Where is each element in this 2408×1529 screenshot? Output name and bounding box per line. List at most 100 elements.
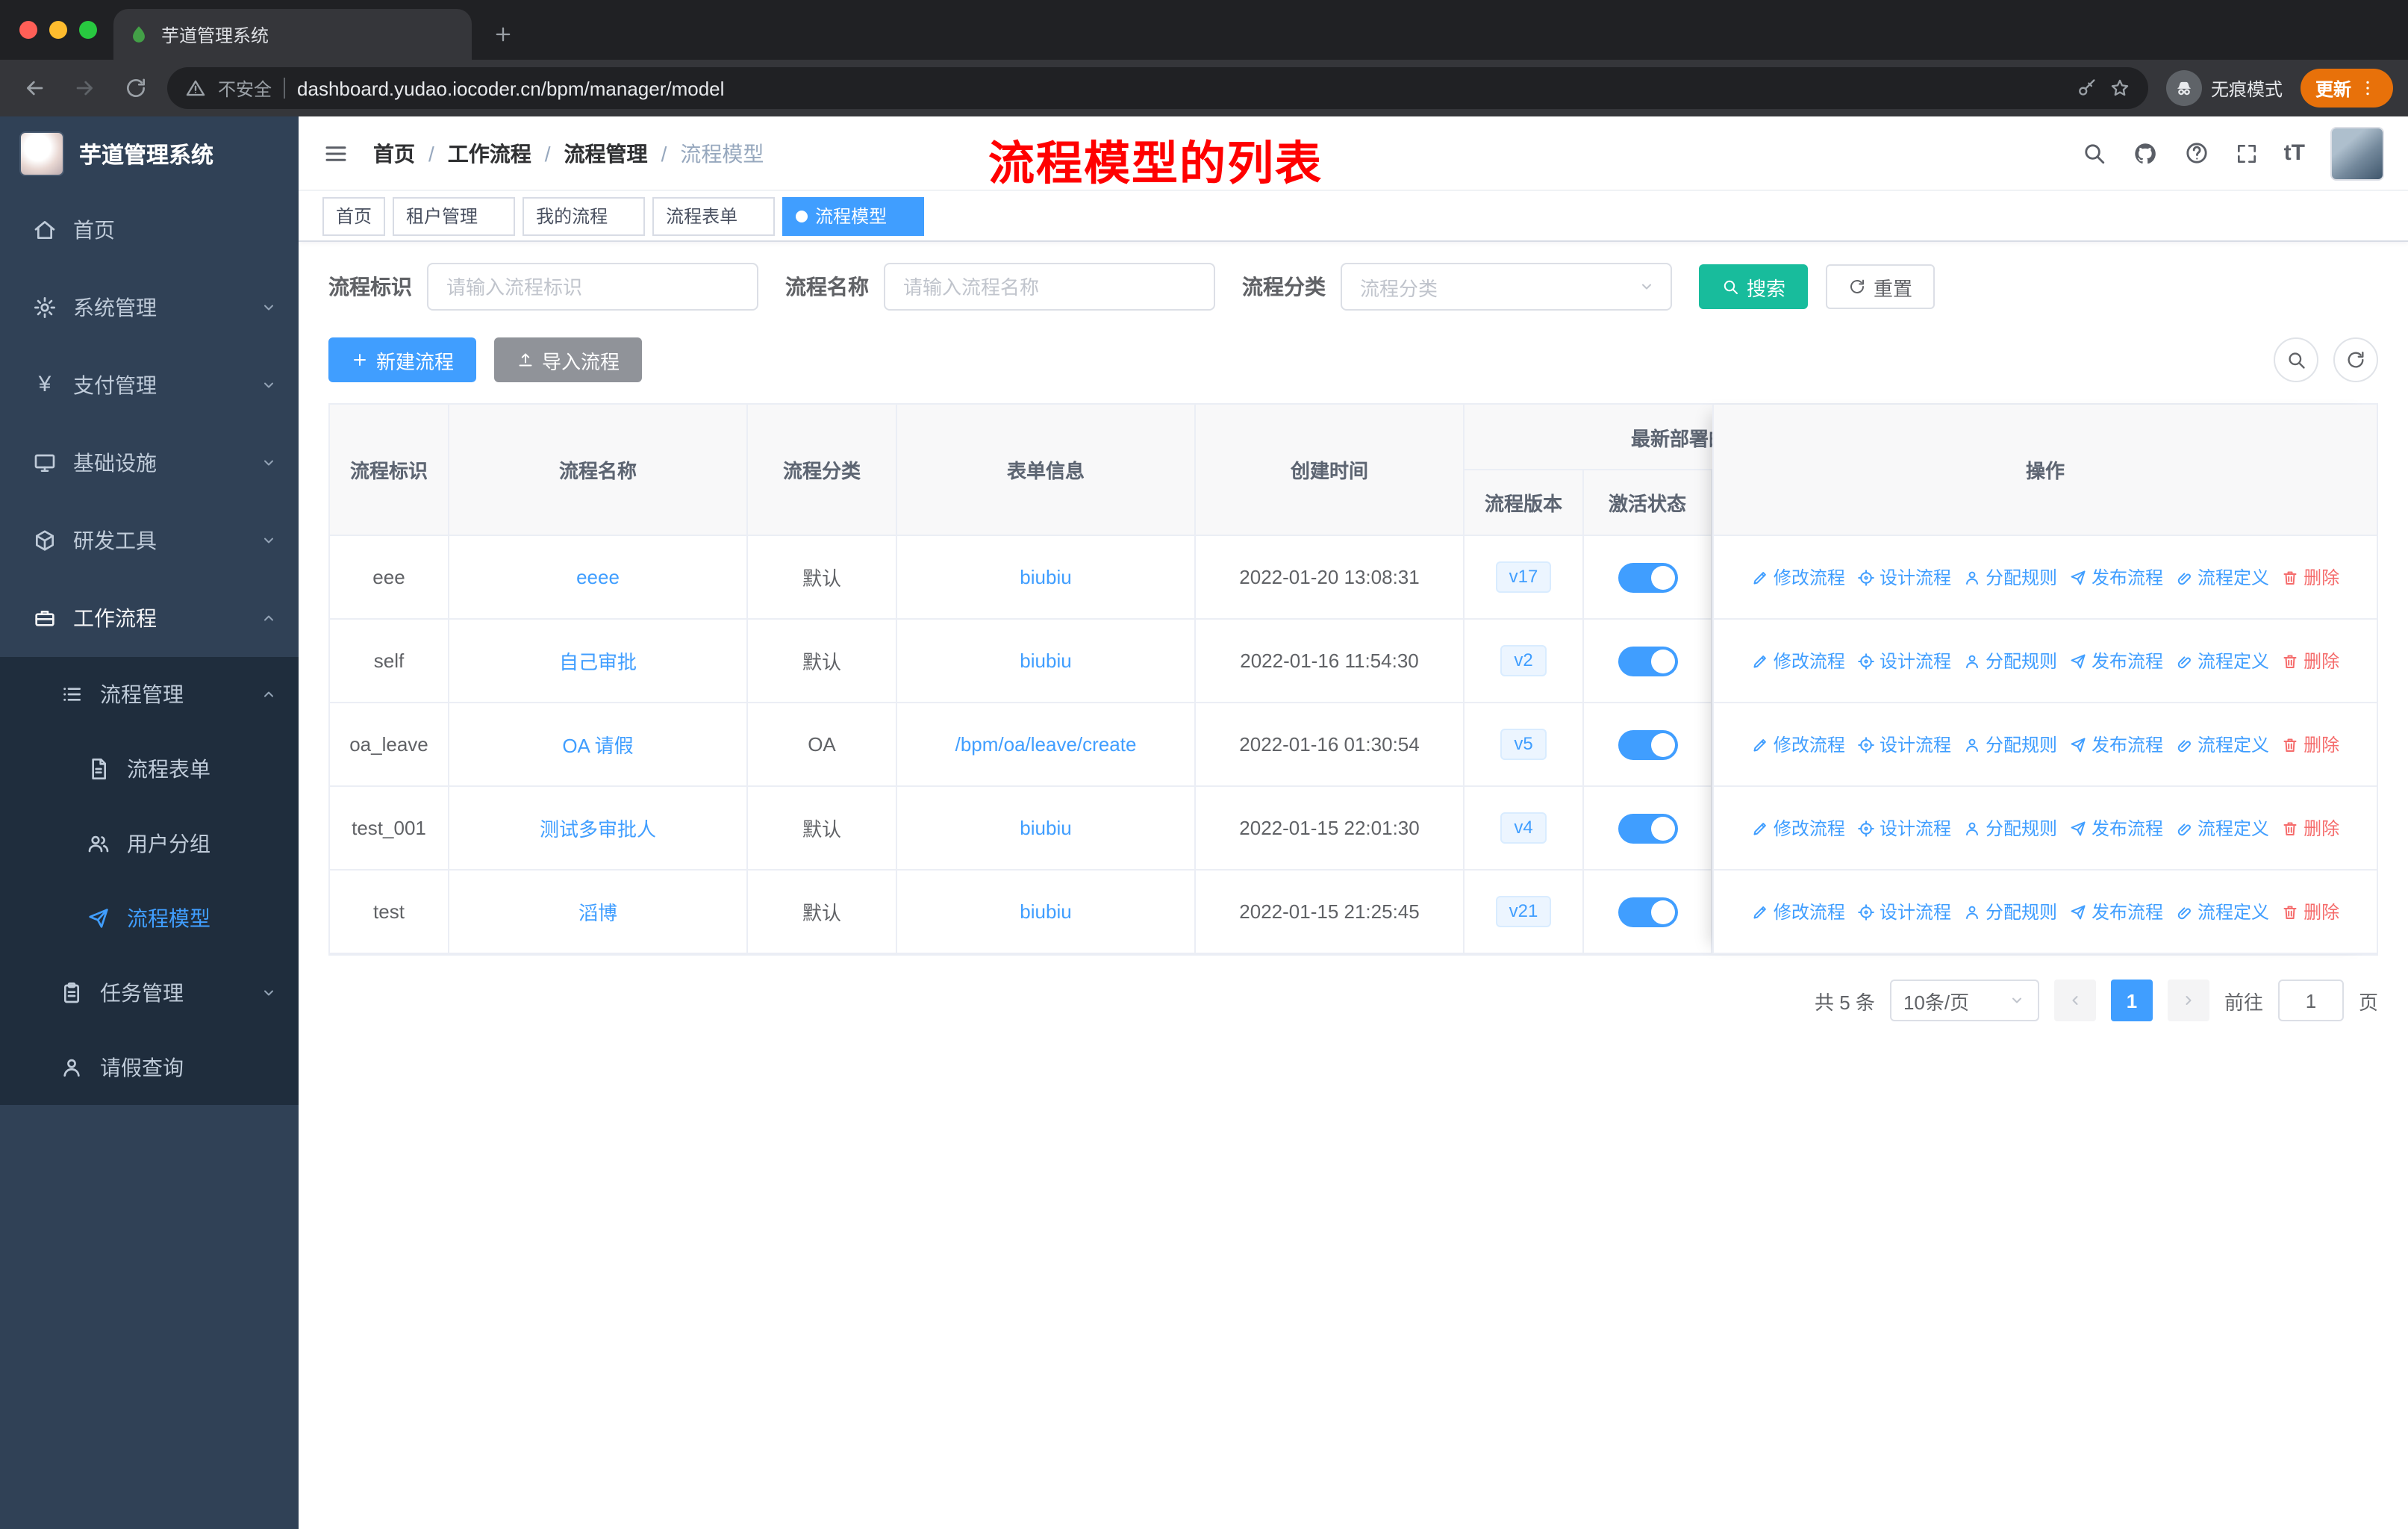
user-avatar[interactable] [2330,126,2384,180]
refresh-table-button[interactable] [2333,337,2378,382]
search-button[interactable]: 搜索 [1699,264,1809,309]
tag-close-icon[interactable] [615,208,631,224]
design-process-link[interactable]: 设计流程 [1857,815,1951,841]
font-size-icon[interactable]: tT [2284,140,2305,166]
hamburger-icon[interactable] [322,140,349,166]
browser-update-button[interactable]: 更新 [2300,69,2393,108]
assign-rule-link[interactable]: 分配规则 [1963,815,2057,841]
design-process-link[interactable]: 设计流程 [1857,564,1951,590]
form-link[interactable]: biubiu [1020,817,1071,839]
breadcrumb-item[interactable]: 工作流程 [415,138,531,168]
reload-button[interactable] [116,69,155,108]
form-link[interactable]: /bpm/oa/leave/create [955,733,1137,756]
process-name-input[interactable] [884,263,1215,311]
sidebar-item-infrastructure[interactable]: 基础设施 [0,424,299,502]
version-tag[interactable]: v17 [1495,561,1552,593]
tag-tenant[interactable]: 租户管理 [393,196,516,235]
sidebar-item-leave-query[interactable]: 请假查询 [0,1030,299,1105]
version-tag[interactable]: v2 [1500,645,1547,676]
tag-my-process[interactable]: 我的流程 [523,196,646,235]
bookmark-star-icon[interactable] [2109,78,2130,99]
delete-link[interactable]: 删除 [2281,899,2339,924]
delete-link[interactable]: 删除 [2281,732,2339,757]
form-link[interactable]: biubiu [1020,566,1071,588]
version-tag[interactable]: v21 [1495,896,1552,927]
sidebar-item-process-management[interactable]: 流程管理 [0,657,299,732]
back-button[interactable] [15,69,54,108]
modify-process-link[interactable]: 修改流程 [1751,648,1845,673]
publish-process-link[interactable]: 发布流程 [2069,815,2163,841]
publish-process-link[interactable]: 发布流程 [2069,648,2163,673]
process-name-link[interactable]: 滔博 [578,897,617,926]
delete-link[interactable]: 删除 [2281,815,2339,841]
search-icon[interactable] [2081,140,2106,166]
active-toggle[interactable] [1618,729,1677,759]
sidebar-item-process-form[interactable]: 流程表单 [0,732,299,806]
publish-process-link[interactable]: 发布流程 [2069,732,2163,757]
app-logo[interactable]: 芋道管理系统 [0,116,299,191]
active-toggle[interactable] [1618,562,1677,592]
form-link[interactable]: biubiu [1020,900,1071,923]
publish-process-link[interactable]: 发布流程 [2069,899,2163,924]
assign-rule-link[interactable]: 分配规则 [1963,648,2057,673]
import-process-button[interactable]: 导入流程 [494,337,643,382]
active-toggle[interactable] [1618,813,1677,843]
breadcrumb-item[interactable]: 首页 [373,138,415,168]
process-name-link[interactable]: OA 请假 [562,730,633,759]
tag-process-model[interactable]: 流程模型 [782,196,925,235]
address-bar[interactable]: 不安全 dashboard.yudao.iocoder.cn/bpm/manag… [167,67,2148,109]
forward-button[interactable] [66,69,105,108]
sidebar-item-devtools[interactable]: 研发工具 [0,502,299,579]
tab-close-icon[interactable] [440,26,457,43]
publish-process-link[interactable]: 发布流程 [2069,564,2163,590]
tag-process-form[interactable]: 流程表单 [652,196,776,235]
modify-process-link[interactable]: 修改流程 [1751,815,1845,841]
version-tag[interactable]: v5 [1500,729,1547,760]
sidebar-item-workflow[interactable]: 工作流程 [0,579,299,657]
github-icon[interactable] [2132,140,2159,166]
prev-page-button[interactable] [2053,980,2096,1021]
create-process-button[interactable]: 新建流程 [328,337,477,382]
active-toggle[interactable] [1618,646,1677,676]
process-definition-link[interactable]: 流程定义 [2175,648,2269,673]
version-tag[interactable]: v4 [1500,812,1547,844]
assign-rule-link[interactable]: 分配规则 [1963,899,2057,924]
process-name-link[interactable]: eeee [576,566,620,588]
password-key-icon[interactable] [2077,78,2097,99]
sidebar-item-task-management[interactable]: 任务管理 [0,956,299,1030]
sidebar-item-process-model[interactable]: 流程模型 [0,881,299,956]
delete-link[interactable]: 删除 [2281,564,2339,590]
process-category-select[interactable]: 流程分类 [1341,263,1672,311]
goto-page-input[interactable] [2277,980,2344,1021]
process-id-input[interactable] [427,263,758,311]
modify-process-link[interactable]: 修改流程 [1751,732,1845,757]
close-window-button[interactable] [19,21,37,39]
tag-close-icon[interactable] [894,208,911,224]
tag-close-icon[interactable] [485,208,502,224]
browser-tab[interactable]: 芋道管理系统 [113,9,472,60]
toggle-search-button[interactable] [2274,337,2318,382]
sidebar-item-system[interactable]: 系统管理 [0,269,299,346]
current-page-button[interactable]: 1 [2110,980,2153,1021]
design-process-link[interactable]: 设计流程 [1857,648,1951,673]
page-size-select[interactable]: 10条/页 [1889,980,2039,1021]
tag-close-icon[interactable] [745,208,761,224]
assign-rule-link[interactable]: 分配规则 [1963,564,2057,590]
process-definition-link[interactable]: 流程定义 [2175,564,2269,590]
sidebar-item-user-group[interactable]: 用户分组 [0,806,299,881]
form-link[interactable]: biubiu [1020,650,1071,672]
new-tab-button[interactable] [481,12,525,57]
breadcrumb-item[interactable]: 流程管理 [531,138,648,168]
delete-link[interactable]: 删除 [2281,648,2339,673]
process-name-link[interactable]: 自己审批 [559,647,637,675]
active-toggle[interactable] [1618,897,1677,927]
tag-home[interactable]: 首页 [322,196,386,235]
design-process-link[interactable]: 设计流程 [1857,732,1951,757]
zoom-window-button[interactable] [79,21,97,39]
minimize-window-button[interactable] [49,21,67,39]
sidebar-item-home[interactable]: 首页 [0,191,299,269]
assign-rule-link[interactable]: 分配规则 [1963,732,2057,757]
process-definition-link[interactable]: 流程定义 [2175,732,2269,757]
sidebar-item-payment[interactable]: ¥ 支付管理 [0,346,299,424]
fullscreen-icon[interactable] [2235,141,2259,165]
